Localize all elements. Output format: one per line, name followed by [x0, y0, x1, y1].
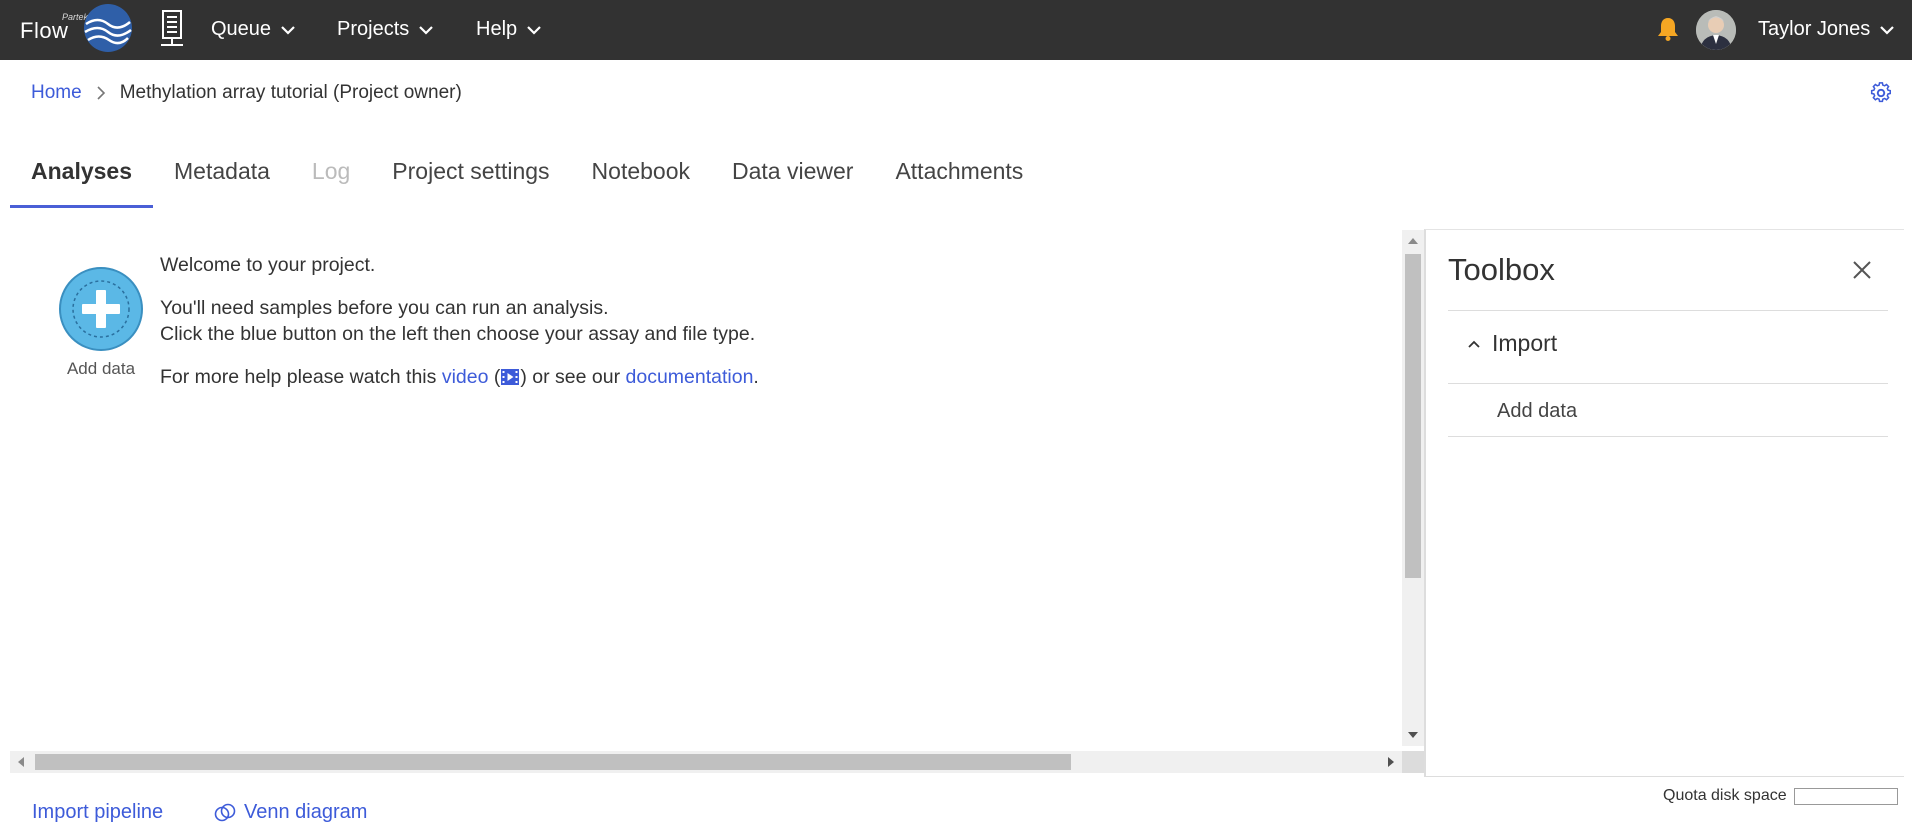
chevron-down-icon: [281, 25, 295, 35]
nav-projects[interactable]: Projects: [337, 18, 434, 41]
welcome-message: Welcome to your project. You'll need sam…: [160, 252, 759, 407]
nav-help[interactable]: Help: [476, 18, 541, 41]
toolbox-panel: Toolbox Import Add data: [1424, 229, 1904, 777]
venn-diagram-icon: [214, 803, 236, 821]
tab-project-settings[interactable]: Project settings: [371, 148, 570, 208]
chevron-down-icon: [1880, 25, 1895, 35]
toolbox-title: Toolbox: [1448, 252, 1555, 287]
chevron-right-icon: [97, 86, 105, 100]
user-name: Taylor Jones: [1758, 18, 1871, 40]
tab-notebook[interactable]: Notebook: [571, 148, 711, 208]
chevron-down-icon: [419, 25, 434, 35]
gear-icon[interactable]: [1870, 82, 1892, 104]
nav-projects-label: Projects: [337, 18, 410, 40]
add-data-button[interactable]: Add data: [48, 266, 154, 379]
bell-icon[interactable]: [1656, 16, 1680, 42]
nav-help-label: Help: [476, 18, 518, 40]
quota-disk-space: Quota disk space: [1663, 787, 1898, 805]
user-portrait-icon: [1696, 10, 1736, 50]
click-blue-text: Click the blue button on the left then c…: [160, 323, 756, 345]
toolbox-divider: [1448, 383, 1888, 384]
quota-label: Quota disk space: [1663, 787, 1787, 804]
chevron-up-icon: [1468, 340, 1480, 348]
nav-queue[interactable]: Queue: [211, 18, 295, 41]
scroll-left-arrow-icon[interactable]: [18, 757, 24, 767]
help-prefix: For more help please watch this: [160, 366, 437, 388]
toolbox-item-add-data[interactable]: Add data: [1497, 400, 1577, 423]
tab-log: Log: [311, 158, 351, 184]
toolbox-divider: [1448, 436, 1888, 437]
vertical-scrollbar[interactable]: [1402, 230, 1424, 746]
tab-attachments[interactable]: Attachments: [874, 148, 1044, 208]
video-play-icon[interactable]: [500, 368, 520, 386]
partek-flow-logo[interactable]: Partek Flow: [18, 2, 134, 54]
server-icon[interactable]: [158, 10, 186, 48]
add-data-plus-icon: [59, 267, 143, 351]
quota-progress-bar: [1793, 787, 1898, 805]
tab-data-viewer[interactable]: Data viewer: [711, 148, 874, 208]
analysis-canvas[interactable]: Add data Welcome to your project. You'll…: [10, 230, 1402, 750]
venn-diagram-label: Venn diagram: [244, 801, 368, 823]
import-pipeline-label: Import pipeline: [32, 801, 164, 823]
import-pipeline-link[interactable]: Import pipeline: [32, 801, 163, 824]
documentation-link[interactable]: documentation: [626, 366, 754, 388]
scroll-right-arrow-icon[interactable]: [1388, 757, 1394, 767]
user-menu[interactable]: Taylor Jones: [1758, 18, 1895, 41]
breadcrumb-home-link[interactable]: Home: [31, 82, 82, 104]
horizontal-scroll-thumb[interactable]: [35, 754, 1071, 770]
chevron-down-icon: [527, 25, 541, 35]
toolbox-section-label: Import: [1492, 330, 1558, 356]
close-icon[interactable]: [1852, 260, 1872, 280]
top-navigation-bar: Partek Flow Queue Projects Help Taylor J…: [0, 0, 1912, 60]
need-samples-text: You'll need samples before you can run a…: [160, 297, 609, 319]
welcome-text: Welcome to your project.: [160, 254, 376, 276]
scroll-up-arrow-icon[interactable]: [1408, 238, 1418, 244]
tab-analyses[interactable]: Analyses: [10, 148, 154, 208]
breadcrumb: Home Methylation array tutorial (Project…: [31, 82, 462, 104]
vertical-scroll-thumb[interactable]: [1405, 254, 1421, 578]
breadcrumb-current: Methylation array tutorial (Project owne…: [119, 82, 462, 103]
logo-globe-icon: [84, 4, 132, 52]
tab-metadata[interactable]: Metadata: [153, 148, 291, 208]
toolbox-section-import[interactable]: Import: [1468, 330, 1557, 357]
project-tabs: Analyses Metadata Log Project settings N…: [10, 148, 1044, 210]
video-link[interactable]: video: [442, 366, 489, 388]
nav-queue-label: Queue: [211, 18, 272, 40]
avatar[interactable]: [1696, 10, 1736, 50]
help-text: For more help please watch this video ( …: [160, 364, 759, 390]
scroll-down-arrow-icon[interactable]: [1408, 732, 1418, 738]
close-paren-text: ) or see our: [520, 366, 621, 388]
toolbox-divider: [1448, 310, 1888, 311]
add-data-label: Add data: [66, 359, 136, 378]
venn-diagram-link[interactable]: Venn diagram: [214, 801, 367, 824]
horizontal-scrollbar[interactable]: [10, 751, 1402, 773]
period: .: [753, 366, 759, 388]
scrollbar-corner: [1402, 751, 1424, 773]
logo-product-text: Flow: [20, 18, 69, 43]
